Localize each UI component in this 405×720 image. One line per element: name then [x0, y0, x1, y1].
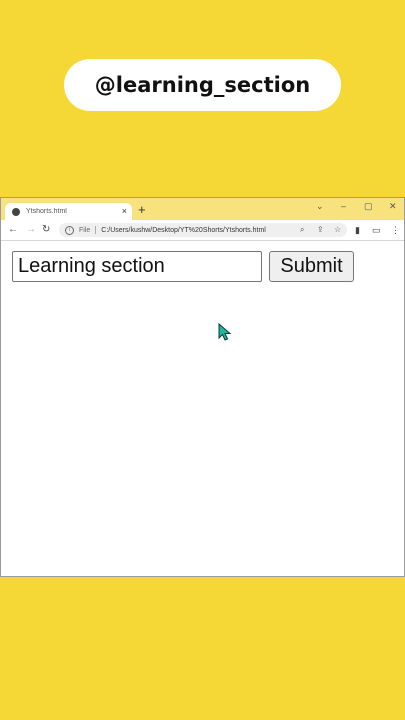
tab-search-chevron-icon[interactable]: ⌄	[316, 199, 324, 213]
url-text[interactable]: C:/Users/kushw/Desktop/YT%20Shorts/Ytsho…	[101, 227, 266, 234]
back-icon[interactable]: ←	[8, 223, 18, 237]
menu-kebab-icon[interactable]: ⋮	[391, 223, 400, 237]
forward-icon[interactable]: →	[26, 223, 36, 237]
new-tab-button[interactable]: +	[138, 203, 146, 217]
profile-icon[interactable]: ▭	[372, 223, 381, 237]
browser-window: Ytshorts.html × + ⌄ – ▢ ✕ ← → ↻ i File C…	[0, 197, 405, 577]
reload-icon[interactable]: ↻	[42, 223, 50, 237]
share-icon[interactable]: ⇪	[317, 223, 324, 237]
browser-tab[interactable]: Ytshorts.html ×	[5, 203, 132, 220]
text-input[interactable]	[12, 251, 262, 282]
info-icon[interactable]: i	[65, 225, 74, 235]
browser-toolbar: ← → ↻ i File C:/Users/kushw/Desktop/YT%2…	[1, 220, 404, 241]
address-separator	[95, 226, 97, 234]
close-window-button[interactable]: ✕	[389, 199, 397, 213]
zoom-icon[interactable]: ⌕	[300, 223, 304, 237]
title-bar: Ytshorts.html × + ⌄ – ▢ ✕	[1, 198, 404, 220]
tab-title: Ytshorts.html	[26, 208, 67, 215]
page-content: Submit	[1, 241, 404, 576]
maximize-button[interactable]: ▢	[364, 199, 373, 213]
bookmark-star-icon[interactable]: ☆	[334, 223, 341, 237]
minimize-button[interactable]: –	[341, 199, 346, 213]
scheme-label: File	[79, 226, 91, 234]
globe-icon	[12, 207, 20, 216]
tab-close-icon[interactable]: ×	[122, 207, 127, 216]
side-panel-icon[interactable]: ▮	[355, 223, 360, 237]
overlay-banner: @learning_section	[64, 59, 341, 111]
banner-text: @learning_section	[94, 73, 311, 97]
address-bar[interactable]: i File C:/Users/kushw/Desktop/YT%20Short…	[59, 223, 347, 237]
mouse-cursor-icon	[218, 323, 232, 341]
submit-button[interactable]: Submit	[269, 251, 354, 282]
